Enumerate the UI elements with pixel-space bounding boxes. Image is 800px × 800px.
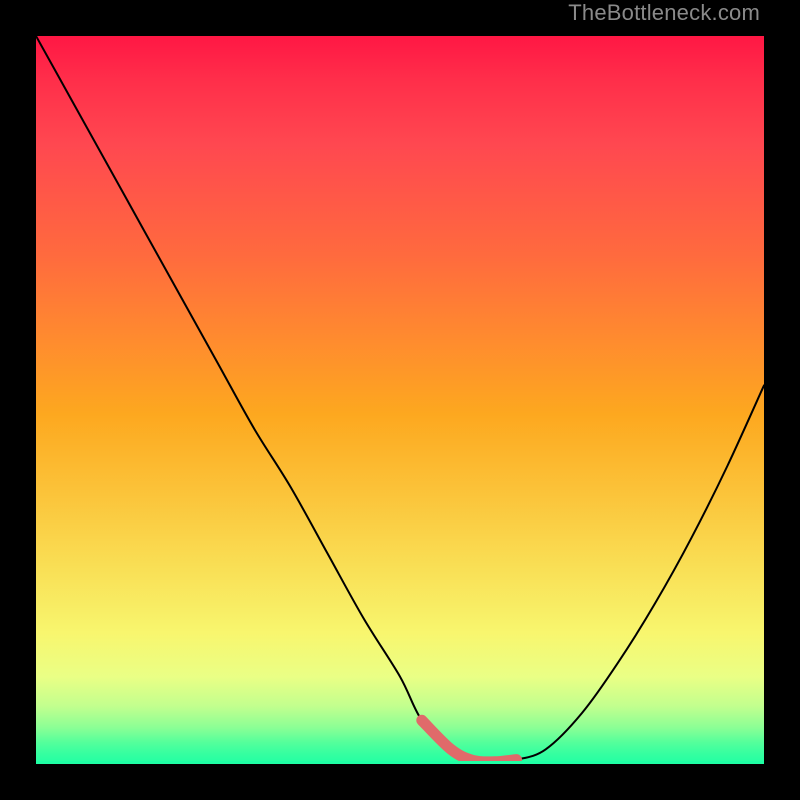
chart-plot-area: [36, 36, 764, 764]
bottleneck-curve-path: [36, 36, 764, 762]
bottleneck-curve-highlight: [422, 720, 517, 762]
watermark-text: TheBottleneck.com: [568, 0, 760, 26]
bottleneck-curve-svg: [36, 36, 764, 764]
chart-baseline: [36, 761, 764, 764]
